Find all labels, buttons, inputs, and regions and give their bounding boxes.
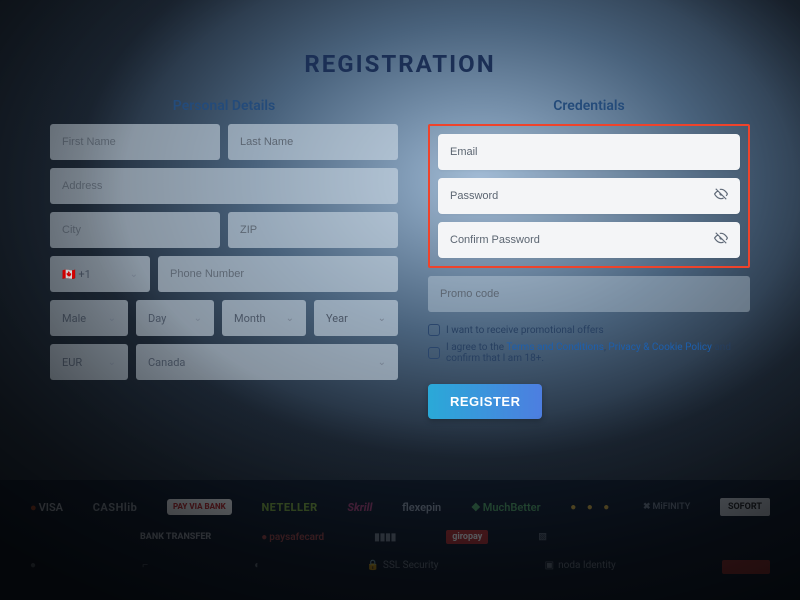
page-title: REGISTRATION [50,50,750,78]
privacy-link[interactable]: Privacy & Cookie Policy [608,342,711,353]
terms-link[interactable]: Terms and Conditions [506,342,604,353]
eye-off-icon[interactable] [714,187,728,205]
confirm-password-field[interactable] [438,222,740,258]
first-name-field[interactable] [50,124,220,160]
gender-value: Male [62,312,86,325]
payment-row-1: ●VISA CASHlib PAY VIA BANK NETELLER Skri… [30,498,770,516]
checkbox-icon[interactable] [428,324,440,336]
year-value: Year [326,312,348,325]
address-field[interactable] [50,168,398,204]
neteller-logo: NETELLER [261,501,317,514]
giropay-logo: giropay [446,530,488,544]
city-input[interactable] [62,212,208,248]
personal-heading: Personal Details [50,98,398,114]
personal-details-column: Personal Details [50,98,398,419]
month-select[interactable]: Month ⌄ [222,300,306,336]
phone-field[interactable] [158,256,398,292]
mifinity-logo: ✖ MiFINITY [643,502,690,512]
partner-2: ◐ [254,560,260,571]
eye-off-icon[interactable] [714,231,728,249]
cashlib-logo: CASHlib [93,501,138,514]
promo-code-input[interactable] [440,276,738,312]
terms-checkbox-row[interactable]: I agree to the Terms and Conditions, Pri… [428,342,750,364]
password-field[interactable] [438,178,740,214]
checkbox-icon[interactable] [428,347,440,359]
credentials-heading: Credentials [428,98,750,114]
last-name-field[interactable] [228,124,398,160]
email-input[interactable] [450,134,728,170]
city-field[interactable] [50,212,220,248]
payment-row-2: BANK TRANSFER ● paysafecard ▮▮▮▮ giropay… [30,530,770,544]
zip-input[interactable] [240,212,386,248]
chevron-down-icon: ⌄ [286,313,294,324]
first-name-input[interactable] [62,124,208,160]
sofort-logo: SOFORT [720,498,770,516]
password-input[interactable] [450,178,708,214]
gender-select[interactable]: Male ⌄ [50,300,128,336]
visa-logo: ●VISA [30,501,63,514]
chevron-down-icon: ⌄ [108,313,116,324]
currency-value: EUR [62,356,82,369]
credentials-column: Credentials [428,98,750,419]
chevron-down-icon: ⌄ [194,313,202,324]
terms-label: I agree to the Terms and Conditions, Pri… [446,342,750,364]
crypto-logo: ● ● ● [570,502,613,513]
day-select[interactable]: Day ⌄ [136,300,214,336]
partner-3 [722,560,770,574]
currency-select[interactable]: EUR ⌄ [50,344,128,380]
register-button[interactable]: REGISTER [428,384,542,419]
skrill-logo: Skrill [347,501,372,514]
chevron-down-icon: ⌄ [378,357,386,368]
flexepin-logo: flexepin [402,501,441,514]
footer: ●VISA CASHlib PAY VIA BANK NETELLER Skri… [0,480,800,600]
noda-identity: ▣ noda Identity [545,560,616,571]
chevron-down-icon: ⌄ [378,313,386,324]
chevron-down-icon: ⌄ [130,269,138,280]
promo-offers-label: I want to receive promotional offers [446,325,604,336]
last-name-input[interactable] [240,124,386,160]
muchbetter-logo: ❖ MuchBetter [471,501,541,514]
promo-code-field[interactable] [428,276,750,312]
promo-offers-checkbox-row[interactable]: I want to receive promotional offers [428,324,750,336]
year-select[interactable]: Year ⌄ [314,300,398,336]
banktransfer-logo: BANK TRANSFER [140,533,211,542]
email-field[interactable] [438,134,740,170]
dial-code-value: 🇨🇦 +1 [62,268,91,281]
ssl-security: 🔒 SSL Security [366,560,438,571]
grey-logo: ▮▮▮▮ [374,532,396,543]
registration-page: REGISTRATION Personal Details [0,0,800,419]
zip-field[interactable] [228,212,398,248]
phone-input[interactable] [170,256,386,292]
credentials-highlight [428,124,750,268]
confirm-password-input[interactable] [450,222,708,258]
day-value: Day [148,312,166,325]
payviabank-logo: PAY VIA BANK [167,499,232,515]
partner-1: ⌐ [142,560,148,571]
month-value: Month [234,312,266,325]
address-input[interactable] [62,168,386,204]
country-select[interactable]: Canada ⌄ [136,344,398,380]
dial-code-select[interactable]: 🇨🇦 +1 ⌄ [50,256,150,292]
country-value: Canada [148,356,185,369]
footer-row-3: ● ⌐ ◐ 🔒 SSL Security ▣ noda Identity [30,558,770,574]
paysafecard-logo: ● paysafecard [261,532,324,543]
tiny-logo: ▧ [538,532,547,542]
chevron-down-icon: ⌄ [108,357,116,368]
age-badge: ● [30,560,36,571]
